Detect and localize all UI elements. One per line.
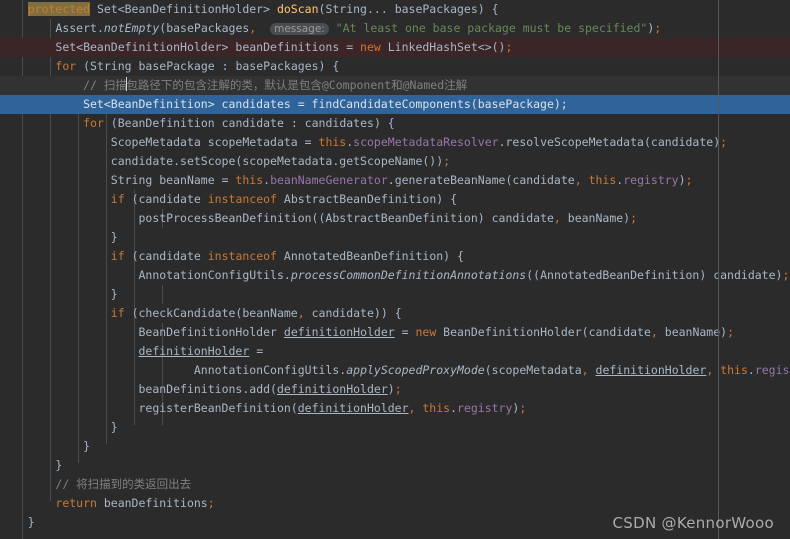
code-line[interactable]: } [0, 418, 790, 437]
code-line[interactable]: registerBeanDefinition(definitionHolder,… [0, 399, 790, 418]
code-line[interactable]: } [0, 456, 790, 475]
code-line[interactable]: } [0, 437, 790, 456]
code-line[interactable]: postProcessBeanDefinition((AbstractBeanD… [0, 209, 790, 228]
code-line[interactable]: } [0, 285, 790, 304]
code-line[interactable]: if (candidate instanceof AnnotatedBeanDe… [0, 247, 790, 266]
watermark: CSDN @KennorWooo [612, 514, 774, 532]
code-line[interactable]: Assert.notEmpty(basePackages, message: "… [0, 19, 790, 38]
code-line[interactable]: AnnotationConfigUtils.applyScopedProxyMo… [0, 361, 790, 380]
code-line[interactable]: String beanName = this.beanNameGenerator… [0, 171, 790, 190]
code-line[interactable]: AnnotationConfigUtils.processCommonDefin… [0, 266, 790, 285]
code-line[interactable]: // 扫描包路径下的包含注解的类，默认是包含@Component和@Named注… [0, 76, 790, 95]
code-line[interactable]: Set<BeanDefinitionHolder> beanDefinition… [0, 38, 790, 57]
code-line[interactable]: // 将扫描到的类返回出去 [0, 475, 790, 494]
code-line[interactable]: ScopeMetadata scopeMetadata = this.scope… [0, 133, 790, 152]
code-editor[interactable]: protected Set<BeanDefinitionHolder> doSc… [0, 0, 790, 539]
code-lines[interactable]: protected Set<BeanDefinitionHolder> doSc… [0, 0, 790, 539]
code-line[interactable]: for (BeanDefinition candidate : candidat… [0, 114, 790, 133]
code-line[interactable]: protected Set<BeanDefinitionHolder> doSc… [0, 0, 790, 19]
code-line[interactable]: return beanDefinitions; [0, 494, 790, 513]
code-line[interactable]: } [0, 228, 790, 247]
code-line[interactable]: for (String basePackage : basePackages) … [0, 57, 790, 76]
inlay-hint-message[interactable]: message: [270, 23, 329, 35]
code-line[interactable]: BeanDefinitionHolder definitionHolder = … [0, 323, 790, 342]
code-line[interactable]: if (checkCandidate(beanName, candidate))… [0, 304, 790, 323]
code-line[interactable]: candidate.setScope(scopeMetadata.getScop… [0, 152, 790, 171]
code-line[interactable]: if (candidate instanceof AbstractBeanDef… [0, 190, 790, 209]
code-line[interactable]: beanDefinitions.add(definitionHolder); [0, 380, 790, 399]
code-line[interactable]: definitionHolder = [0, 342, 790, 361]
search-highlight: protected [27, 2, 91, 16]
code-line-selected[interactable]: Set<BeanDefinition> candidates = findCan… [0, 95, 790, 114]
